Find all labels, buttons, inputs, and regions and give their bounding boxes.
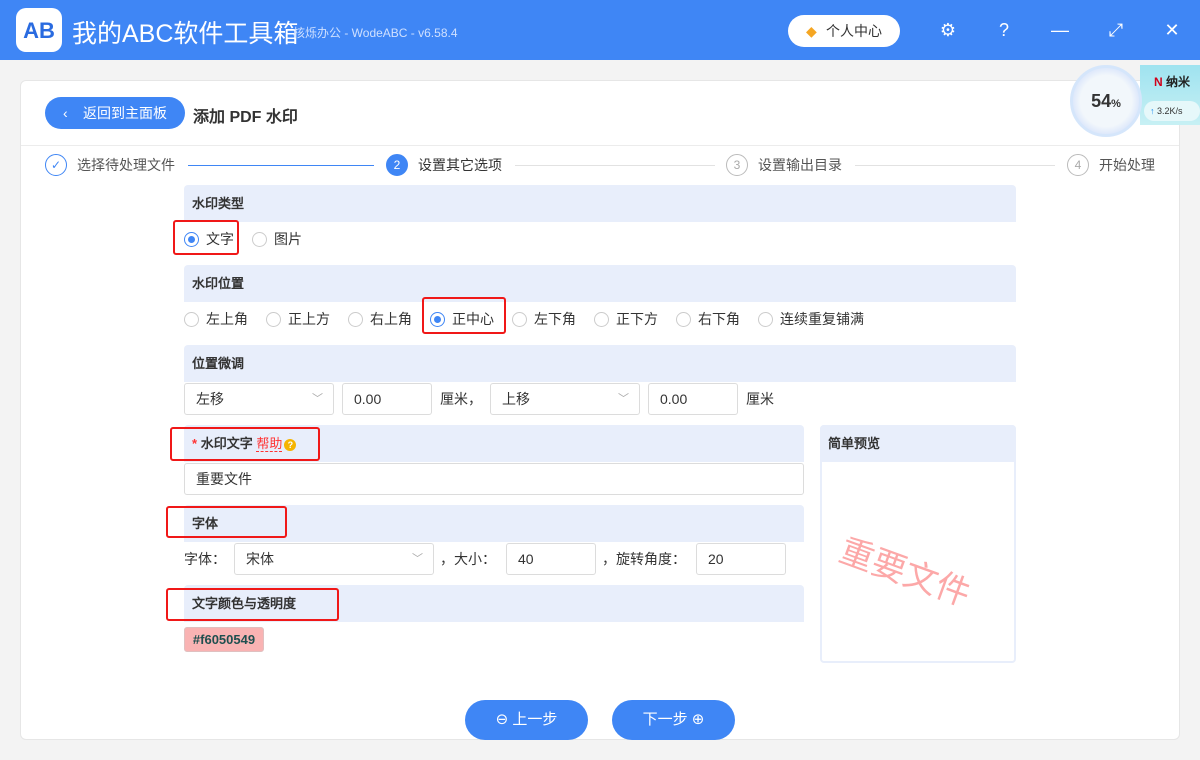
- font-label: 字体：: [184, 551, 226, 567]
- next-step-button[interactable]: 下一步 ⊕: [612, 700, 735, 740]
- highlight-box: [422, 297, 506, 334]
- check-icon: ✓: [45, 154, 67, 176]
- speed-value: 3.2K/s: [1157, 106, 1183, 116]
- color-picker-button[interactable]: #f6050549: [184, 627, 264, 652]
- radio-bottom-right[interactable]: 右下角: [676, 309, 740, 329]
- step-connector: [855, 165, 1055, 166]
- radio-circle: [512, 312, 527, 327]
- radio-circle: [184, 312, 199, 327]
- step-number: 3: [726, 154, 748, 176]
- app-subtitle: 核烁办公 - WodeABC - v6.58.4: [293, 26, 458, 40]
- app-title: 我的ABC软件工具箱: [72, 20, 299, 48]
- highlight-box: [170, 427, 320, 461]
- radio-label: 右上角: [370, 311, 412, 327]
- usage-gauge[interactable]: 54%: [1070, 65, 1142, 137]
- size-label: ，大小：: [440, 551, 496, 567]
- radio-label: 左上角: [206, 311, 248, 327]
- watermark-type-header: 水印类型: [184, 185, 1016, 222]
- radio-bottom-center[interactable]: 正下方: [594, 309, 658, 329]
- chevron-down-icon: ﹀: [412, 553, 423, 565]
- arrow-left-icon: ⊖: [495, 711, 513, 728]
- step-3: 3 设置输出目录: [726, 154, 842, 176]
- radio-circle: [348, 312, 363, 327]
- radio-top-left[interactable]: 左上角: [184, 309, 248, 329]
- radio-circle: [594, 312, 609, 327]
- highlight-box: [166, 588, 339, 621]
- speed-pill: ↑ 3.2K/s: [1144, 101, 1200, 121]
- close-icon[interactable]: ✕: [1160, 18, 1184, 42]
- page-title: 添加 PDF 水印: [193, 109, 298, 126]
- widget-name: N 纳米: [1154, 73, 1190, 90]
- user-center-button[interactable]: ◆ 个人中心: [788, 15, 900, 47]
- chevron-left-icon: ‹: [63, 105, 68, 121]
- logo-icon: N: [1154, 75, 1163, 89]
- usage-percent: 54: [1091, 91, 1112, 111]
- step-2: 2 设置其它选项: [386, 154, 502, 176]
- radio-label: 左下角: [534, 311, 576, 327]
- percent-sign: %: [1111, 98, 1121, 110]
- network-widget: N 纳米 ↑ 3.2K/s: [1140, 65, 1200, 125]
- diamond-icon: ◆: [806, 23, 817, 39]
- radio-label: 正下方: [616, 311, 658, 327]
- radio-bottom-left[interactable]: 左下角: [512, 309, 576, 329]
- settings-icon[interactable]: ⚙: [936, 18, 960, 42]
- prev-label: 上一步: [512, 711, 558, 728]
- horizontal-offset-input[interactable]: 0.00: [342, 383, 432, 415]
- step-connector: [515, 165, 715, 166]
- highlight-box: [166, 506, 287, 538]
- select-value: 上移: [502, 391, 530, 407]
- watermark-position-header: 水印位置: [184, 265, 1016, 302]
- step-connector: [188, 165, 374, 166]
- arrow-right-icon: ⊕: [687, 711, 705, 728]
- maximize-icon[interactable]: ⤢: [1104, 18, 1128, 42]
- minimize-icon[interactable]: —: [1048, 18, 1072, 42]
- radio-label: 图片: [274, 231, 302, 247]
- radio-image[interactable]: 图片: [252, 229, 302, 249]
- radio-top-right[interactable]: 右上角: [348, 309, 412, 329]
- radio-label: 正上方: [288, 311, 330, 327]
- back-to-main-button[interactable]: ‹ 返回到主面板: [45, 97, 185, 129]
- step-number: 4: [1067, 154, 1089, 176]
- help-icon[interactable]: ?: [992, 18, 1016, 42]
- chevron-down-icon: ﹀: [618, 393, 629, 405]
- prev-step-button[interactable]: ⊖ 上一步: [465, 700, 588, 740]
- step-1: ✓ 选择待处理文件: [45, 154, 175, 176]
- position-adjust-header: 位置微调: [184, 345, 1016, 382]
- select-value: 左移: [196, 391, 224, 407]
- rotation-label: ，旋转角度：: [602, 551, 686, 567]
- highlight-box: [173, 220, 239, 255]
- radio-circle: [252, 232, 267, 247]
- app-logo: AB: [16, 8, 62, 52]
- font-select[interactable]: 宋体 ﹀: [234, 543, 434, 575]
- vertical-direction-select[interactable]: 上移 ﹀: [490, 383, 640, 415]
- unit-label: 厘米，: [440, 391, 482, 407]
- step-number: 2: [386, 154, 408, 176]
- preview-header: 简单预览: [820, 425, 1016, 462]
- divider: [21, 145, 1179, 146]
- chevron-down-icon: ﹀: [312, 393, 323, 405]
- watermark-text-input[interactable]: 重要文件: [184, 463, 804, 495]
- step-4: 4 开始处理: [1067, 154, 1155, 176]
- back-label: 返回到主面板: [83, 105, 167, 121]
- font-size-input[interactable]: 40: [506, 543, 596, 575]
- radio-label: 右下角: [698, 311, 740, 327]
- horizontal-direction-select[interactable]: 左移 ﹀: [184, 383, 334, 415]
- vertical-offset-input[interactable]: 0.00: [648, 383, 738, 415]
- radio-circle: [266, 312, 281, 327]
- radio-circle: [676, 312, 691, 327]
- unit-label: 厘米: [746, 391, 774, 407]
- radio-label: 连续重复铺满: [780, 311, 864, 327]
- radio-circle: [758, 312, 773, 327]
- rotation-input[interactable]: 20: [696, 543, 786, 575]
- select-value: 宋体: [246, 551, 274, 567]
- arrow-up-icon: ↑: [1150, 106, 1155, 116]
- user-center-label: 个人中心: [826, 23, 882, 39]
- widget-name-text: 纳米: [1166, 75, 1191, 89]
- radio-tile[interactable]: 连续重复铺满: [758, 309, 864, 329]
- radio-top-center[interactable]: 正上方: [266, 309, 330, 329]
- next-label: 下一步: [642, 711, 688, 728]
